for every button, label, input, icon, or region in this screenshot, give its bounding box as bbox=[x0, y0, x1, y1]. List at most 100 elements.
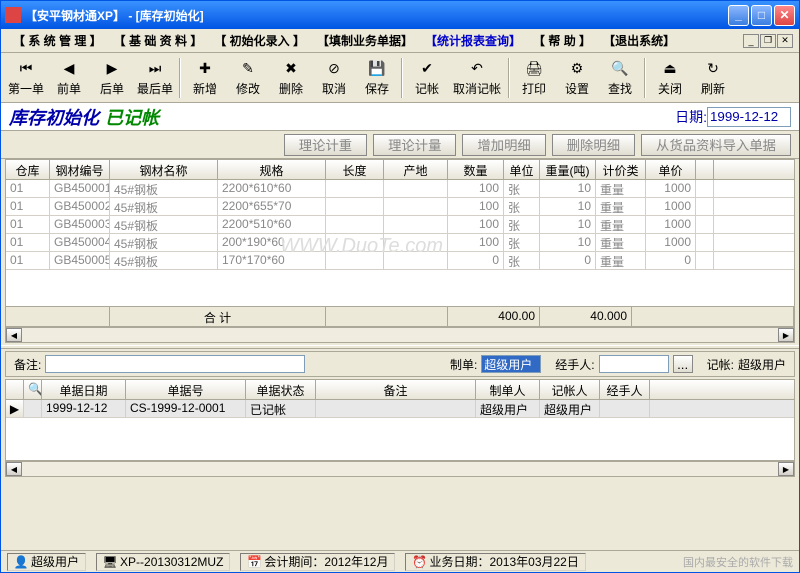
tb-刷新[interactable]: ↻刷新 bbox=[692, 56, 734, 100]
col-doc-date[interactable]: 单据日期 bbox=[42, 380, 126, 399]
minimize-button[interactable]: _ bbox=[728, 5, 749, 26]
grid-row[interactable]: 01GB45000545#钢板170*170*600张0重量0 bbox=[6, 252, 794, 270]
cell[interactable] bbox=[696, 252, 714, 269]
cell[interactable]: 45#钢板 bbox=[110, 252, 218, 269]
tb-新增[interactable]: ✚新增 bbox=[184, 56, 226, 100]
scroll-right-button[interactable]: ▶ bbox=[778, 328, 794, 342]
col-name[interactable]: 钢材名称 bbox=[110, 160, 218, 179]
tb-最后单[interactable]: ⏭最后单 bbox=[134, 56, 176, 100]
cell[interactable]: 100 bbox=[448, 234, 504, 251]
col-length[interactable]: 长度 bbox=[326, 160, 384, 179]
cell[interactable]: GB450001 bbox=[50, 180, 110, 197]
handler-lookup-button[interactable]: ... bbox=[673, 355, 693, 373]
col-category[interactable]: 计价类别 bbox=[596, 160, 646, 179]
tb-查找[interactable]: 🔍查找 bbox=[599, 56, 641, 100]
cell[interactable]: GB450002 bbox=[50, 198, 110, 215]
calc-weight-button[interactable]: 理论计重 bbox=[284, 134, 367, 156]
cell[interactable]: CS-1999-12-0001 bbox=[126, 400, 246, 417]
tb-打印[interactable]: 🖨打印 bbox=[513, 56, 555, 100]
cell[interactable]: 重量 bbox=[596, 252, 646, 269]
handler-input[interactable] bbox=[599, 355, 669, 373]
cell[interactable] bbox=[384, 252, 448, 269]
col-doc-status[interactable]: 单据状态 bbox=[246, 380, 316, 399]
col-doc-no[interactable]: 单据号 bbox=[126, 380, 246, 399]
cell[interactable] bbox=[696, 216, 714, 233]
cell[interactable] bbox=[326, 180, 384, 197]
col-doc-booker[interactable]: 记帐人 bbox=[540, 380, 600, 399]
cell[interactable]: 1000 bbox=[646, 216, 696, 233]
cell[interactable] bbox=[600, 400, 650, 417]
cell[interactable]: 0 bbox=[448, 252, 504, 269]
cell[interactable]: 01 bbox=[6, 216, 50, 233]
menu-base[interactable]: 【 基 础 资 料 】 bbox=[108, 30, 209, 51]
cell[interactable] bbox=[326, 234, 384, 251]
grid-row[interactable]: 01GB45000145#钢板2200*610*60100张10重量1000 bbox=[6, 180, 794, 198]
cell[interactable]: 1000 bbox=[646, 234, 696, 251]
cell[interactable]: 1000 bbox=[646, 198, 696, 215]
cell[interactable]: 重量 bbox=[596, 198, 646, 215]
cell[interactable]: 1000 bbox=[646, 180, 696, 197]
child-minimize-button[interactable]: _ bbox=[743, 34, 759, 48]
cell[interactable]: 0 bbox=[540, 252, 596, 269]
doc-scroll-track[interactable] bbox=[22, 462, 778, 476]
cell[interactable]: 100 bbox=[448, 180, 504, 197]
cell[interactable]: 重量 bbox=[596, 216, 646, 233]
cell[interactable]: 100 bbox=[448, 198, 504, 215]
menu-biz[interactable]: 【填制业务单据】 bbox=[311, 30, 419, 51]
cell[interactable]: 45#钢板 bbox=[110, 216, 218, 233]
child-restore-button[interactable]: ❐ bbox=[760, 34, 776, 48]
tb-修改[interactable]: ✎修改 bbox=[227, 56, 269, 100]
cell[interactable] bbox=[384, 216, 448, 233]
cell[interactable]: 45#钢板 bbox=[110, 234, 218, 251]
col-origin[interactable]: 产地 bbox=[384, 160, 448, 179]
tb-保存[interactable]: 💾保存 bbox=[356, 56, 398, 100]
scroll-track[interactable] bbox=[22, 328, 778, 342]
col-warehouse[interactable]: 仓库名称 bbox=[6, 160, 50, 179]
del-detail-button[interactable]: 删除明细 bbox=[552, 134, 635, 156]
col-code[interactable]: 钢材编号 bbox=[50, 160, 110, 179]
cell[interactable]: GB450004 bbox=[50, 234, 110, 251]
grid-row[interactable]: 01GB45000345#钢板2200*510*60100张10重量1000 bbox=[6, 216, 794, 234]
cell[interactable]: GB450005 bbox=[50, 252, 110, 269]
grid-row[interactable]: 01GB45000245#钢板2200*655*70100张10重量1000 bbox=[6, 198, 794, 216]
menu-exit[interactable]: 【退出系统】 bbox=[597, 30, 681, 51]
cell[interactable] bbox=[696, 180, 714, 197]
cell[interactable]: 超级用户 bbox=[476, 400, 540, 417]
cell[interactable]: 01 bbox=[6, 234, 50, 251]
cell[interactable]: 重量 bbox=[596, 234, 646, 251]
col-doc-maker[interactable]: 制单人 bbox=[476, 380, 540, 399]
cell[interactable]: 0 bbox=[646, 252, 696, 269]
cell[interactable]: 1999-12-12 bbox=[42, 400, 126, 417]
col-doc-memo[interactable]: 备注 bbox=[316, 380, 476, 399]
child-close-button[interactable]: ✕ bbox=[777, 34, 793, 48]
scroll-left-button[interactable]: ◀ bbox=[6, 328, 22, 342]
cell[interactable]: 10 bbox=[540, 198, 596, 215]
col-unit[interactable]: 单位 bbox=[504, 160, 540, 179]
cell[interactable] bbox=[316, 400, 476, 417]
cell[interactable]: 170*170*60 bbox=[218, 252, 326, 269]
col-doc-handler[interactable]: 经手人 bbox=[600, 380, 650, 399]
cell[interactable]: 200*190*60 bbox=[218, 234, 326, 251]
cell[interactable] bbox=[326, 216, 384, 233]
cell[interactable]: 超级用户 bbox=[540, 400, 600, 417]
cell[interactable]: 45#钢板 bbox=[110, 198, 218, 215]
cell[interactable]: 10 bbox=[540, 234, 596, 251]
tb-取消记帐[interactable]: ↶取消记帐 bbox=[449, 56, 505, 100]
cell[interactable]: 45#钢板 bbox=[110, 180, 218, 197]
cell[interactable]: 张 bbox=[504, 216, 540, 233]
tb-关闭[interactable]: ⏏关闭 bbox=[649, 56, 691, 100]
cell[interactable] bbox=[696, 234, 714, 251]
col-price[interactable]: 单价 bbox=[646, 160, 696, 179]
cell[interactable] bbox=[696, 198, 714, 215]
grid-row[interactable]: 01GB45000445#钢板200*190*60 100张10重量1000 bbox=[6, 234, 794, 252]
calc-qty-button[interactable]: 理论计量 bbox=[373, 134, 456, 156]
cell[interactable]: 张 bbox=[504, 234, 540, 251]
tb-第一单[interactable]: ⏮第一单 bbox=[5, 56, 47, 100]
maximize-button[interactable]: □ bbox=[751, 5, 772, 26]
cell[interactable]: 100 bbox=[448, 216, 504, 233]
cell[interactable]: 已记帐 bbox=[246, 400, 316, 417]
tb-删除[interactable]: ✖删除 bbox=[270, 56, 312, 100]
memo-input[interactable] bbox=[45, 355, 305, 373]
cell[interactable] bbox=[384, 180, 448, 197]
cell[interactable]: 重量 bbox=[596, 180, 646, 197]
